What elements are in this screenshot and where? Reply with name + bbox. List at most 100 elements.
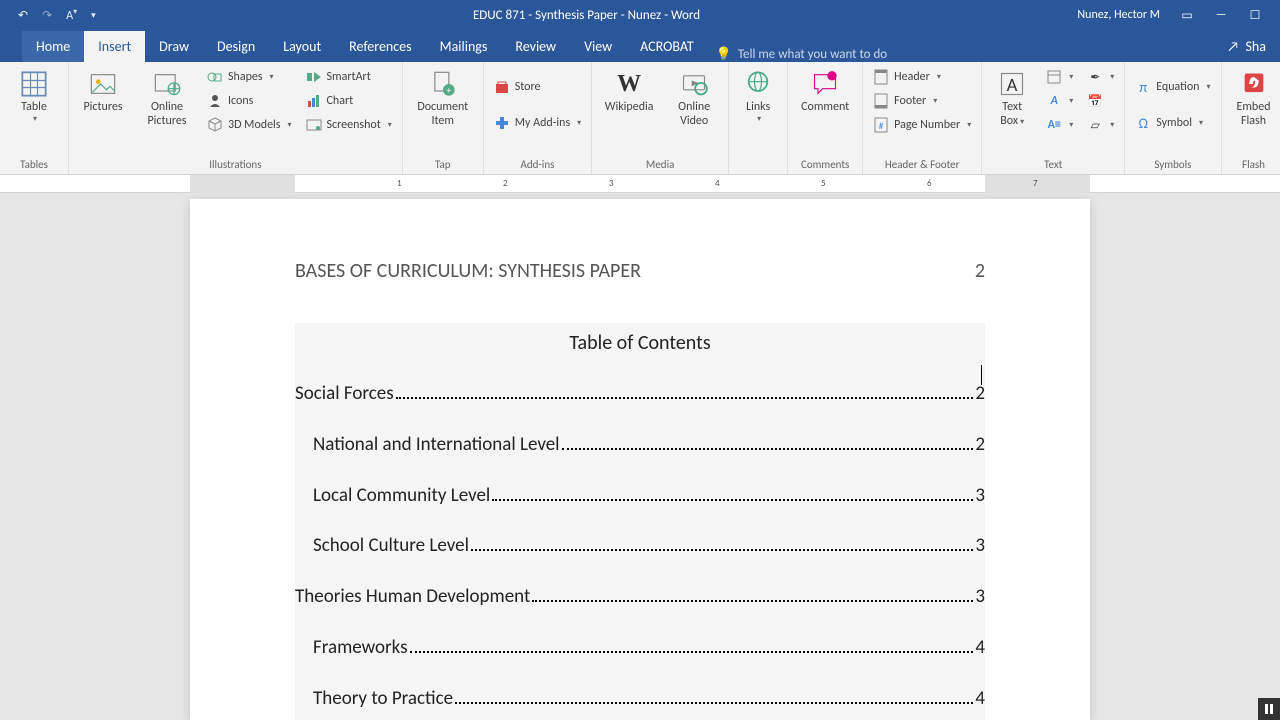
smartart-label: SmartArt bbox=[327, 70, 371, 84]
share-button[interactable]: ↗ Sha bbox=[1213, 31, 1280, 62]
chart-icon bbox=[306, 93, 322, 109]
svg-text:#: # bbox=[879, 121, 884, 132]
redo-icon[interactable]: ↷ bbox=[42, 8, 52, 23]
minimize-icon[interactable]: — bbox=[1214, 8, 1228, 22]
document-area[interactable]: BASES OF CURRICULUM: SYNTHESIS PAPER 2 T… bbox=[0, 193, 1280, 720]
ribbon-options-icon[interactable]: ▭ bbox=[1180, 8, 1194, 23]
header-label: Header bbox=[894, 70, 930, 84]
date-time-button[interactable]: 📅 bbox=[1083, 90, 1118, 112]
comment-button[interactable]: Comment bbox=[794, 66, 856, 116]
toc-title: Table of Contents bbox=[295, 331, 985, 355]
tab-insert[interactable]: Insert bbox=[84, 31, 145, 62]
share-label: Sha bbox=[1246, 38, 1267, 55]
ruler-mark: 2 bbox=[503, 178, 508, 189]
tab-design[interactable]: Design bbox=[203, 31, 269, 62]
toc-entry-text: Theory to Practice bbox=[313, 688, 453, 711]
store-label: Store bbox=[515, 80, 541, 94]
toc-leader-dots bbox=[492, 499, 973, 501]
ribbon-tabs: Home Insert Draw Design Layout Reference… bbox=[0, 30, 1280, 62]
group-media: W Wikipedia Online Video Media bbox=[592, 62, 729, 174]
page[interactable]: BASES OF CURRICULUM: SYNTHESIS PAPER 2 T… bbox=[190, 199, 1090, 720]
group-symbols-label: Symbols bbox=[1125, 158, 1220, 174]
group-comments: Comment Comments bbox=[788, 62, 863, 174]
group-flash-label: Flash bbox=[1222, 158, 1280, 174]
toc-field[interactable]: Table of Contents Social Forces 2 Nationa… bbox=[295, 323, 985, 720]
toc-entry[interactable]: Theory to Practice 4 bbox=[295, 688, 985, 711]
wikipedia-button[interactable]: W Wikipedia bbox=[598, 66, 660, 116]
toc-entry[interactable]: School Culture Level 3 bbox=[295, 535, 985, 558]
pictures-button[interactable]: Pictures bbox=[75, 66, 131, 116]
cube-icon bbox=[207, 117, 223, 133]
ruler-mark: 6 bbox=[927, 178, 932, 189]
wordart-button[interactable]: A▾ bbox=[1042, 90, 1077, 112]
my-addins-button[interactable]: My Add-ins▾ bbox=[490, 112, 585, 134]
tab-mailings[interactable]: Mailings bbox=[426, 31, 502, 62]
3d-models-button[interactable]: 3D Models▾ bbox=[203, 114, 296, 136]
toc-entry[interactable]: Frameworks 4 bbox=[295, 637, 985, 660]
tab-home[interactable]: Home bbox=[22, 31, 84, 62]
group-links-label bbox=[729, 158, 787, 174]
smartart-icon bbox=[306, 69, 322, 85]
horizontal-ruler[interactable]: 1 2 3 4 5 6 7 bbox=[0, 175, 1280, 193]
page-number-button[interactable]: # Page Number▾ bbox=[869, 114, 975, 136]
title-bar: ↶ ↷ A▾ ▾ EDUC 871 - Synthesis Paper - Nu… bbox=[0, 0, 1280, 30]
equation-icon: π bbox=[1135, 79, 1151, 95]
maximize-icon[interactable]: ☐ bbox=[1248, 8, 1262, 23]
undo-icon[interactable]: ↶ bbox=[18, 8, 28, 23]
store-button[interactable]: Store bbox=[490, 76, 585, 98]
shapes-button[interactable]: Shapes▾ bbox=[203, 66, 296, 88]
tab-review[interactable]: Review bbox=[501, 31, 570, 62]
text-box-button[interactable]: A Text Box▾ bbox=[988, 66, 1036, 130]
equation-button[interactable]: π Equation▾ bbox=[1131, 76, 1214, 98]
text-cursor bbox=[981, 365, 982, 385]
toc-entry[interactable]: National and International Level 2 bbox=[295, 434, 985, 457]
toc-entry-text: School Culture Level bbox=[313, 535, 469, 558]
embed-flash-button[interactable]: Embed Flash bbox=[1228, 66, 1280, 130]
footer-label: Footer bbox=[894, 94, 926, 108]
footer-button[interactable]: Footer▾ bbox=[869, 90, 975, 112]
toc-entry[interactable]: Theories Human Development 3 bbox=[295, 586, 985, 609]
addins-icon bbox=[494, 115, 510, 131]
online-video-button[interactable]: Online Video bbox=[666, 66, 722, 130]
tab-draw[interactable]: Draw bbox=[145, 31, 203, 62]
signature-line-button[interactable]: ✒▾ bbox=[1083, 66, 1118, 88]
links-button[interactable]: Links ▾ bbox=[735, 66, 781, 126]
quick-parts-button[interactable]: ▾ bbox=[1042, 66, 1077, 88]
qat-more-icon[interactable]: ▾ bbox=[91, 10, 96, 21]
tab-layout[interactable]: Layout bbox=[269, 31, 335, 62]
tell-me-label: Tell me what you want to do bbox=[738, 47, 887, 62]
comment-label: Comment bbox=[801, 100, 849, 114]
running-head: BASES OF CURRICULUM: SYNTHESIS PAPER bbox=[295, 259, 641, 283]
screenshot-button[interactable]: Screenshot▾ bbox=[302, 114, 396, 136]
symbol-button[interactable]: Ω Symbol▾ bbox=[1131, 112, 1214, 134]
header-button[interactable]: Header▾ bbox=[869, 66, 975, 88]
tab-acrobat[interactable]: ACROBAT bbox=[626, 31, 708, 62]
object-button[interactable]: ▱▾ bbox=[1083, 114, 1118, 136]
table-button[interactable]: Table ▾ bbox=[6, 66, 62, 126]
tab-view[interactable]: View bbox=[570, 31, 626, 62]
chevron-down-icon: ▾ bbox=[33, 114, 37, 124]
lightbulb-icon: 💡 bbox=[716, 47, 732, 62]
chart-button[interactable]: Chart bbox=[302, 90, 396, 112]
font-quick-icon[interactable]: A▾ bbox=[66, 7, 77, 23]
icons-icon bbox=[207, 93, 223, 109]
toc-entry[interactable]: Local Community Level 3 bbox=[295, 485, 985, 508]
links-label: Links bbox=[746, 100, 770, 114]
toc-leader-dots bbox=[532, 600, 973, 602]
toc-entry-text: Social Forces bbox=[295, 383, 394, 406]
drop-cap-button[interactable]: A≡▾ bbox=[1042, 114, 1077, 136]
toc-leader-dots bbox=[471, 549, 973, 551]
smartart-button[interactable]: SmartArt bbox=[302, 66, 396, 88]
online-pictures-button[interactable]: Online Pictures bbox=[137, 66, 197, 130]
svg-text:A: A bbox=[1007, 74, 1018, 97]
group-text: A Text Box▾ ▾ A▾ A≡▾ ✒▾ 📅 ▱▾ Text bbox=[982, 62, 1125, 174]
user-name[interactable]: Nunez, Hector M bbox=[1077, 8, 1160, 22]
tab-references[interactable]: References bbox=[335, 31, 425, 62]
document-item-button[interactable]: + Document Item bbox=[409, 66, 477, 130]
tell-me-search[interactable]: 💡 Tell me what you want to do bbox=[716, 47, 888, 62]
wikipedia-label: Wikipedia bbox=[605, 100, 654, 114]
my-addins-label: My Add-ins bbox=[515, 116, 570, 130]
icons-button[interactable]: Icons bbox=[203, 90, 296, 112]
toc-entry[interactable]: Social Forces 2 bbox=[295, 383, 985, 406]
pause-button[interactable] bbox=[1258, 698, 1280, 720]
